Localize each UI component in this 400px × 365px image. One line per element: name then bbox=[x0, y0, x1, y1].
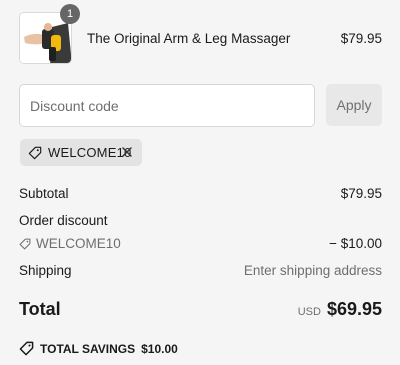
total-savings: TOTAL SAVINGS $10.00 bbox=[19, 341, 178, 356]
apply-discount-button[interactable]: Apply bbox=[326, 84, 382, 126]
order-discount-label: Order discount bbox=[19, 213, 108, 228]
subtotal-label: Subtotal bbox=[19, 186, 69, 201]
applied-discount-chip: WELCOME10 bbox=[20, 139, 142, 166]
currency-code: USD bbox=[297, 306, 321, 318]
quantity-badge: 1 bbox=[60, 4, 80, 24]
subtotal-value: $79.95 bbox=[340, 186, 382, 201]
shipping-label: Shipping bbox=[19, 263, 72, 278]
order-summary: 1 The Original Arm & Leg Massager $79.95… bbox=[0, 0, 400, 365]
discount-code-input[interactable] bbox=[19, 84, 315, 127]
shipping-value: Enter shipping address bbox=[243, 263, 382, 278]
discount-amount: − $10.00 bbox=[329, 236, 382, 251]
total-amount: $69.95 bbox=[326, 299, 382, 319]
product-price: $79.95 bbox=[340, 31, 382, 46]
savings-label: TOTAL SAVINGS bbox=[40, 341, 136, 356]
total-value-group: USD $69.95 bbox=[298, 299, 382, 320]
close-icon[interactable] bbox=[120, 145, 134, 159]
tag-icon bbox=[19, 238, 31, 249]
line-item: 1 The Original Arm & Leg Massager $79.95 bbox=[19, 4, 382, 65]
discount-code-line: WELCOME10 bbox=[19, 236, 121, 251]
tag-icon bbox=[28, 146, 42, 159]
savings-amount: $10.00 bbox=[141, 341, 178, 356]
applied-discount-label: WELCOME10 bbox=[48, 145, 132, 160]
total-label: Total bbox=[19, 299, 61, 319]
tag-icon bbox=[19, 341, 34, 356]
discount-code-text: WELCOME10 bbox=[36, 236, 121, 251]
product-name: The Original Arm & Leg Massager bbox=[87, 31, 291, 46]
